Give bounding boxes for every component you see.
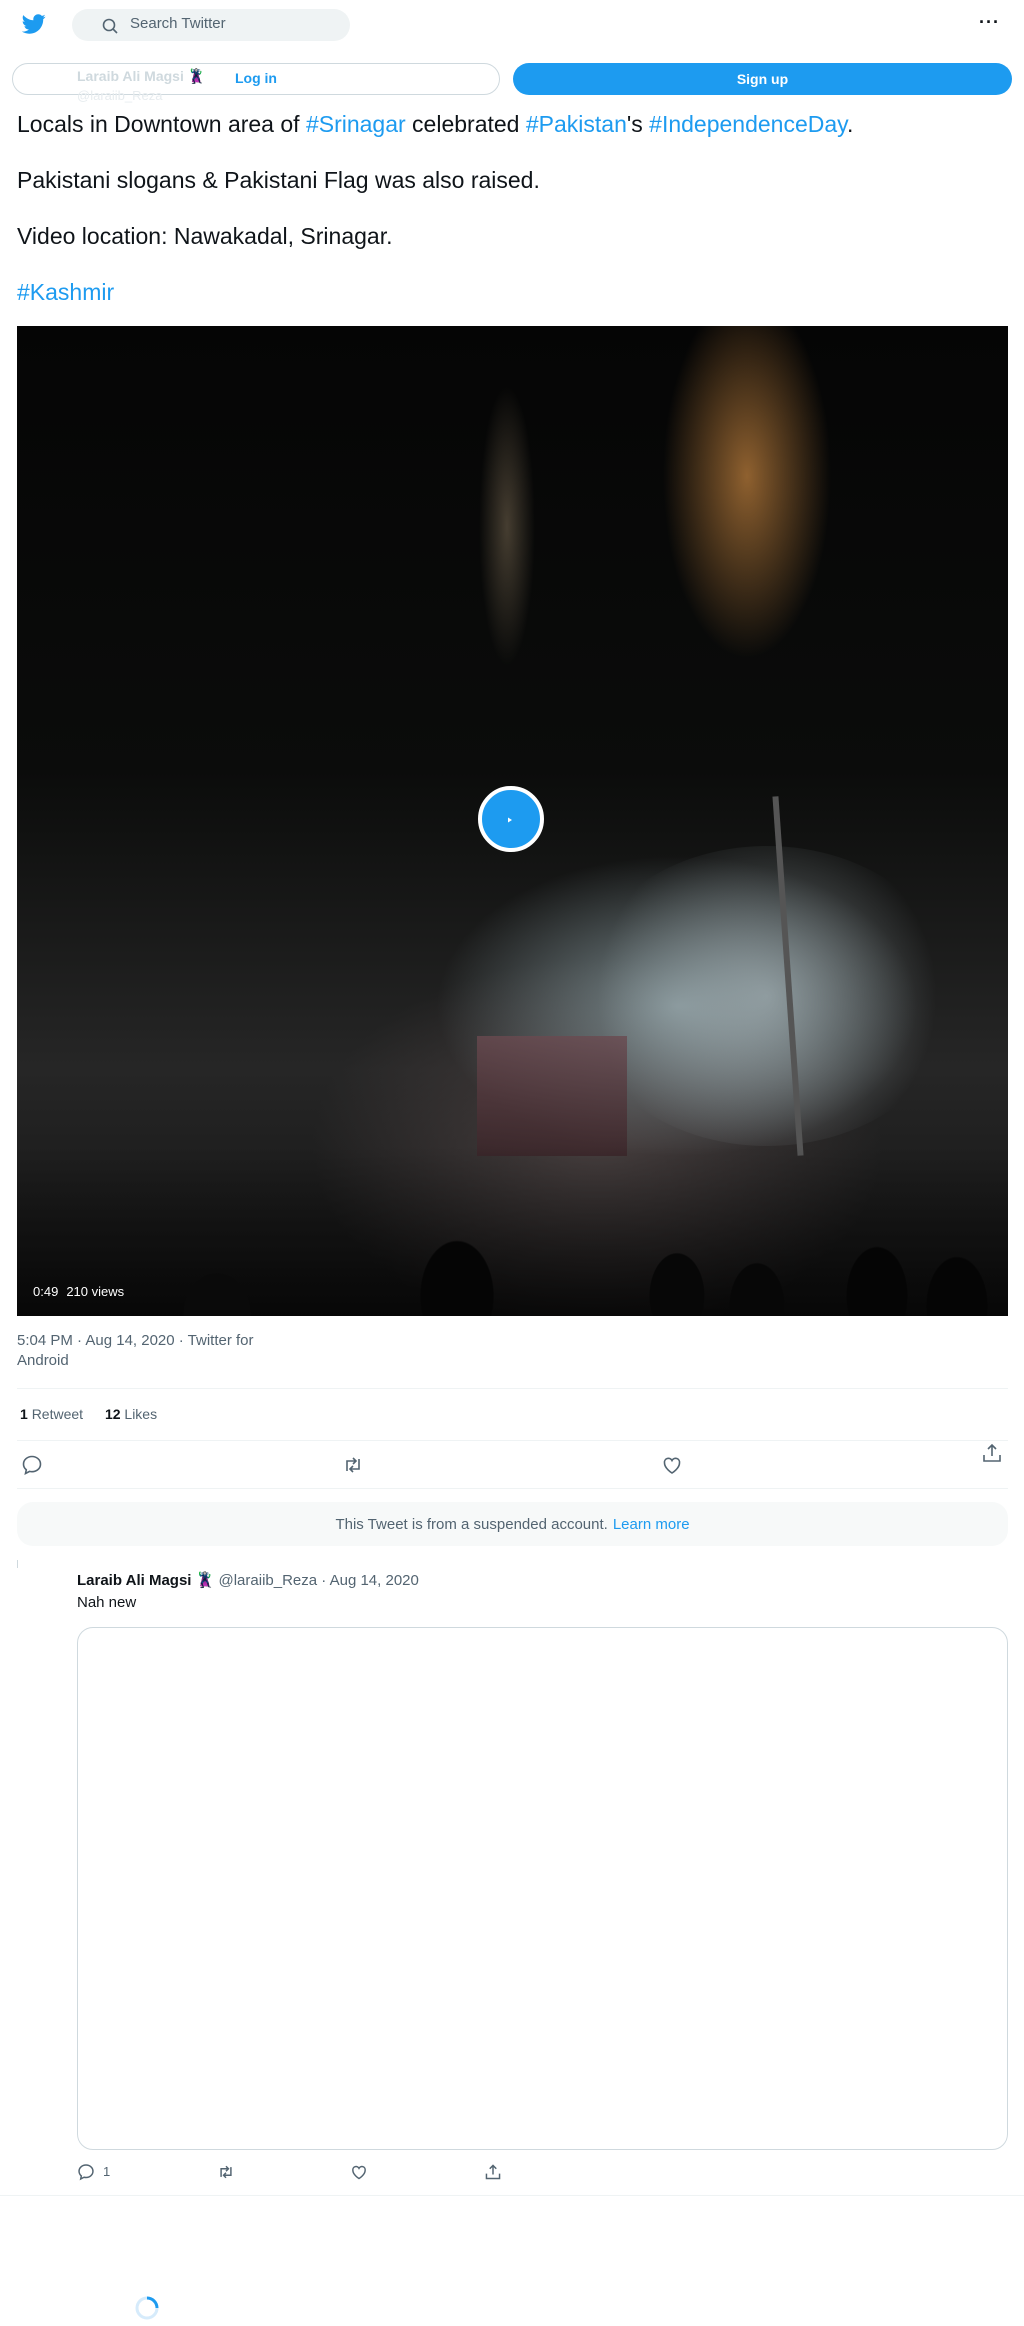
video-frame-crowd	[17, 1146, 1008, 1316]
twitter-bird-icon[interactable]	[22, 12, 46, 36]
retweet-count[interactable]: 1 Retweet	[20, 1406, 83, 1422]
reply-author-name[interactable]: Laraib Ali Magsi 🦹	[77, 1572, 214, 1589]
like-icon[interactable]	[350, 2163, 368, 2181]
learn-more-link[interactable]: Learn more	[613, 1516, 690, 1533]
reply-meta[interactable]: @laraiib_Reza · Aug 14, 2020	[219, 1572, 419, 1589]
thread-line	[17, 1560, 18, 1568]
login-bar: Laraib Ali Magsi 🦹 @laraiib_Reza Log in	[12, 63, 500, 103]
like-icon[interactable]	[661, 1454, 683, 1476]
hashtag-srinagar-link[interactable]: #Srinagar	[306, 111, 406, 137]
video-views: 210 views	[66, 1284, 125, 1299]
video-frame-smoke	[577, 846, 957, 1146]
tweet-line-2: Pakistani slogans & Pakistani Flag was a…	[17, 167, 540, 193]
author-name: Laraib Ali Magsi 🦹	[77, 68, 206, 84]
reply-header: Laraib Ali Magsi 🦹 @laraiib_Reza · Aug 1…	[77, 1571, 419, 1589]
reply-count: 1	[103, 2164, 111, 2179]
play-icon	[508, 817, 512, 823]
tweet-line-3: Video location: Nawakadal, Srinagar.	[17, 223, 393, 249]
tweet-timestamp[interactable]: 5:04 PM · Aug 14, 2020 · Twitter for And…	[17, 1331, 277, 1371]
like-count-value: 12	[104, 1406, 121, 1422]
retweet-icon[interactable]	[217, 2163, 235, 2181]
play-button[interactable]	[478, 786, 544, 852]
share-icon[interactable]	[484, 2163, 502, 2181]
like-count-label: Likes	[124, 1406, 158, 1422]
engagement-counts: 1 Retweet 12 Likes	[20, 1406, 175, 1422]
retweet-count-label: Retweet	[31, 1406, 84, 1422]
video-stats: 0:49 210 views	[33, 1284, 132, 1299]
suspended-text: This Tweet is from a suspended account.	[335, 1515, 608, 1533]
divider	[17, 1388, 1008, 1389]
tweet-text-segment: Locals in Downtown area of	[17, 111, 306, 137]
signup-button[interactable]: Sign up	[513, 63, 1012, 95]
search-icon	[102, 18, 118, 34]
loading-spinner-icon	[135, 2296, 159, 2320]
retweet-icon[interactable]	[342, 1454, 364, 1476]
search-placeholder: Search Twitter	[130, 15, 226, 32]
tweet-text-segment: .	[846, 111, 854, 137]
reply-icon[interactable]	[77, 2163, 95, 2181]
divider	[0, 2195, 1024, 2196]
login-button[interactable]: Log in	[235, 70, 277, 86]
hashtag-independenceday-link[interactable]: #IndependenceDay	[649, 111, 847, 137]
reply-text: Nah new	[77, 1594, 137, 1611]
reply-icon[interactable]	[21, 1454, 43, 1476]
share-icon[interactable]	[981, 1442, 1003, 1464]
hashtag-kashmir-link[interactable]: #Kashmir	[17, 279, 114, 305]
hashtag-pakistan-link[interactable]: #Pakistan	[526, 111, 627, 137]
like-count[interactable]: 12 Likes	[105, 1406, 157, 1422]
tweet-text: Locals in Downtown area of #Srinagar cel…	[17, 110, 1007, 334]
more-options-icon[interactable]: ···	[979, 12, 1000, 33]
author-handle: @laraiib_Reza	[77, 88, 163, 103]
retweet-count-value: 1	[20, 1406, 28, 1422]
tweet-text-segment: 's	[626, 111, 650, 137]
search-bar[interactable]: Search Twitter	[72, 9, 350, 41]
tweet-text-segment: celebrated	[405, 111, 526, 137]
video-frame-sign	[477, 1036, 627, 1156]
tweet-line-4: #Kashmir	[17, 278, 1007, 307]
divider	[17, 1488, 1008, 1489]
video-player[interactable]: 0:49 210 views	[17, 326, 1008, 1316]
tweet-line-1: Locals in Downtown area of #Srinagar cel…	[17, 110, 1007, 139]
suspended-notice: This Tweet is from a suspended account. L…	[17, 1502, 1008, 1546]
video-duration: 0:49	[33, 1284, 59, 1299]
reply-media-card[interactable]	[77, 1627, 1008, 2150]
divider	[17, 1440, 1008, 1441]
